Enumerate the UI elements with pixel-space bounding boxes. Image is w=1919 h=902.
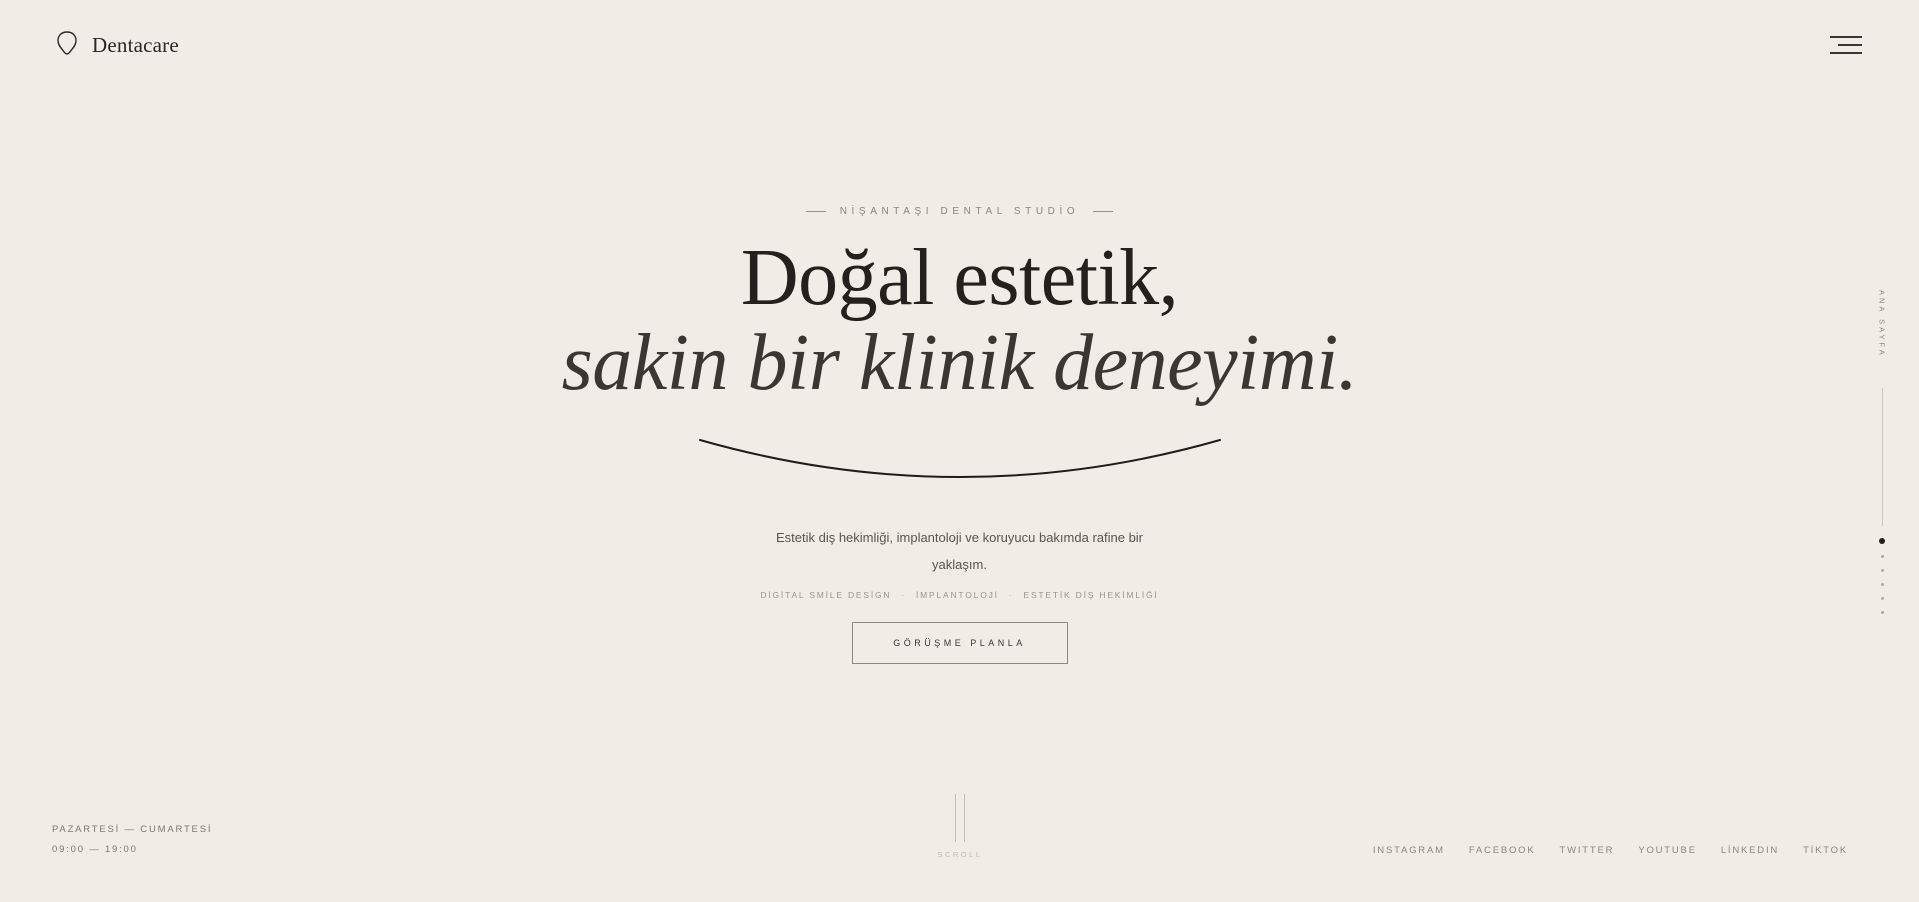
hero-section: NİŞANTAŞI DENTAL STUDİO Doğal estetik, s… (0, 196, 1919, 664)
eyebrow-text: NİŞANTAŞI DENTAL STUDİO (839, 205, 1080, 217)
section-dot[interactable] (1880, 611, 1884, 614)
hero-description: Estetik diş hekimliği, implantoloji ve k… (775, 530, 1144, 572)
tag-separator: · (1008, 590, 1014, 600)
opening-time: 09:00 — 19:00 (52, 844, 138, 855)
service-tags: DİGİTAL SMİLE DESİGN · İMPLANTOLOJİ · ES… (760, 590, 1158, 600)
eyebrow-divider (1093, 210, 1114, 212)
hero-title: Doğal estetik, (740, 234, 1179, 322)
eyebrow: NİŞANTAŞI DENTAL STUDİO (805, 196, 1114, 226)
tooth-icon (56, 30, 78, 61)
social-link-linkedin[interactable]: LİNKEDIN (1721, 845, 1779, 856)
side-nav-label: ANA SAYFA (1877, 290, 1887, 358)
opening-hours: PAZARTESİ — CUMARTESİ 09:00 — 19:00 (52, 820, 212, 860)
scroll-label: SCROLL (937, 850, 983, 859)
side-nav-line (1881, 388, 1883, 526)
service-tag: İMPLANTOLOJİ (915, 590, 999, 600)
section-dot[interactable] (1880, 597, 1884, 600)
tag-separator: · (901, 590, 906, 600)
section-dot[interactable] (1880, 583, 1884, 586)
brand-name: Dentacare (92, 33, 179, 57)
eyebrow-divider (805, 210, 826, 212)
scroll-indicator[interactable]: SCROLL (935, 794, 985, 859)
social-link-twitter[interactable]: TWITTER (1560, 845, 1615, 856)
brand-logo[interactable]: Dentacare (56, 30, 179, 61)
opening-days: PAZARTESİ — CUMARTESİ (52, 824, 213, 835)
hamburger-menu-icon[interactable] (1828, 34, 1862, 58)
service-tag: DİGİTAL SMİLE DESİGN (760, 590, 892, 600)
social-links: INSTAGRAM FACEBOOK TWITTER YOUTUBE LİNKE… (1373, 845, 1848, 856)
social-link-instagram[interactable]: INSTAGRAM (1373, 845, 1445, 856)
side-section-nav: ANA SAYFA (1874, 290, 1890, 614)
section-dot[interactable] (1880, 555, 1884, 558)
scroll-lines (955, 794, 965, 842)
social-link-youtube[interactable]: YOUTUBE (1638, 845, 1697, 856)
hero-subtitle: sakin bir klinik deneyimi. (561, 319, 1358, 407)
smile-curve-graphic (698, 439, 1221, 478)
section-dot[interactable] (1880, 569, 1884, 572)
book-appointment-button[interactable]: GÖRÜŞME PLANLA (851, 622, 1068, 664)
social-link-facebook[interactable]: FACEBOOK (1469, 845, 1536, 856)
social-link-tiktok[interactable]: TİKTOK (1803, 845, 1848, 856)
section-dot-active[interactable] (1879, 538, 1885, 544)
service-tag: ESTETİK DİŞ HEKİMLİĞİ (1023, 590, 1159, 600)
